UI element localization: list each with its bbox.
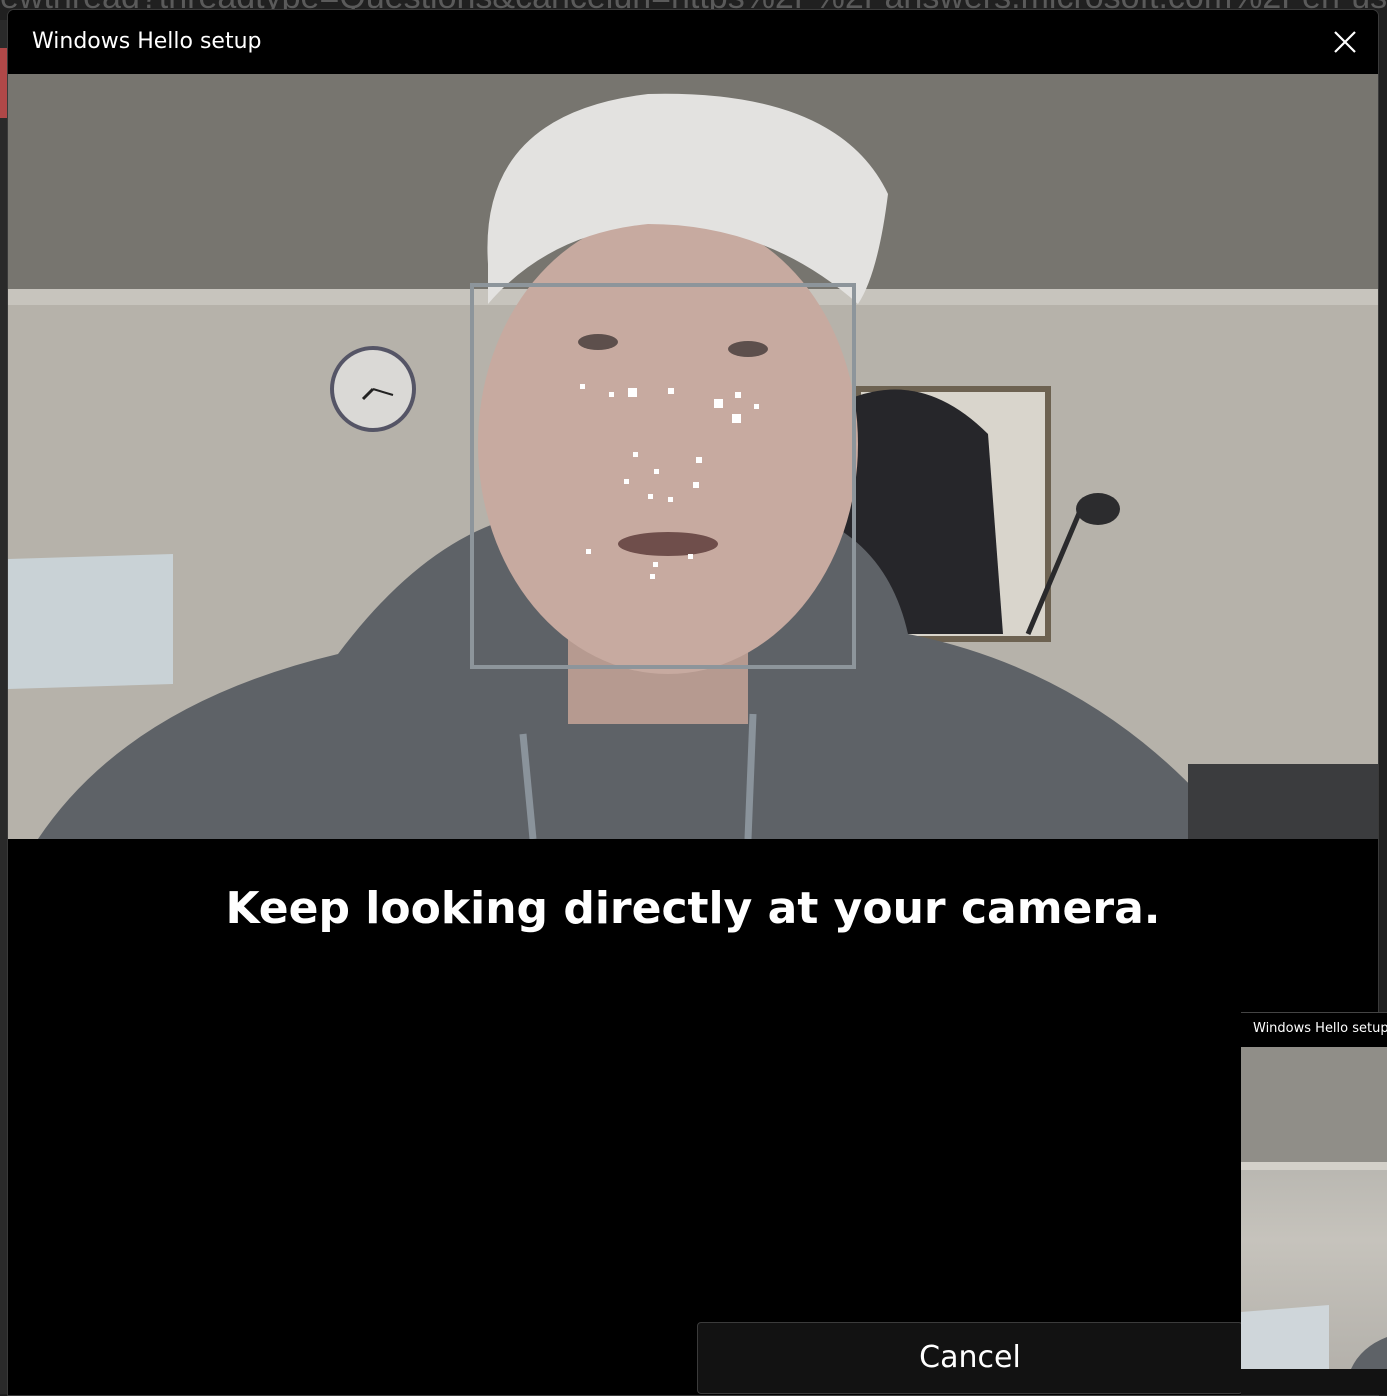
windows-hello-dialog: Windows Hello setup Keep looking directl…	[7, 9, 1379, 1396]
face-landmark-dot	[628, 388, 637, 397]
face-landmark-dot	[754, 404, 759, 409]
face-landmark-dot	[654, 469, 659, 474]
thumbnail-camera-image	[1241, 1047, 1387, 1369]
cancel-button[interactable]: Cancel	[697, 1322, 1243, 1394]
camera-preview	[8, 74, 1378, 839]
taskbar-thumbnail-preview[interactable]: Windows Hello setup	[1241, 1012, 1387, 1395]
close-icon	[1334, 31, 1356, 53]
face-landmark-dot	[732, 414, 741, 423]
instruction-text: Keep looking directly at your camera.	[225, 883, 1161, 934]
face-landmark-dot	[693, 482, 699, 488]
face-landmark-dot	[653, 562, 658, 567]
face-landmark-dot	[735, 392, 741, 398]
face-landmark-dot	[650, 574, 655, 579]
close-button[interactable]	[1320, 18, 1370, 68]
face-landmark-dot	[624, 479, 629, 484]
thumbnail-footer	[1241, 1369, 1387, 1395]
face-landmark-dot	[668, 497, 673, 502]
face-landmark-dot	[696, 457, 702, 463]
dialog-title: Windows Hello setup	[32, 29, 262, 54]
face-landmark-dot	[633, 452, 638, 457]
face-landmark-dot	[688, 554, 693, 559]
face-landmark-dot	[609, 392, 614, 397]
face-detection-frame	[470, 283, 856, 669]
face-landmark-dot	[586, 549, 591, 554]
thumbnail-title: Windows Hello setup	[1253, 1021, 1387, 1036]
face-landmark-dot	[580, 384, 585, 389]
face-landmark-dot	[668, 388, 674, 394]
title-bar: Windows Hello setup	[8, 10, 1378, 74]
face-landmark-dot	[648, 494, 653, 499]
face-landmark-dot	[714, 399, 723, 408]
thumbnail-scene	[1241, 1047, 1387, 1369]
